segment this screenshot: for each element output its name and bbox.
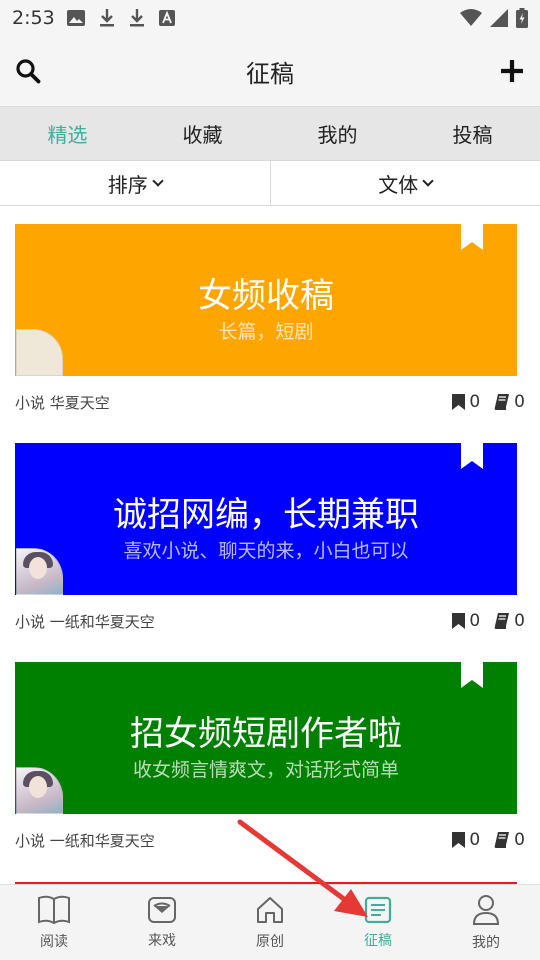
bookmark-ribbon-icon [461, 662, 483, 688]
submission-card[interactable]: 诚招网编，长期兼职 喜欢小说、聊天的来，小白也可以 [15, 443, 517, 595]
submission-card[interactable]: 招女频短剧作者啦 收女频言情爽文，对话形式简单 [15, 662, 517, 814]
nav-original[interactable]: 原创 [216, 885, 324, 960]
card-stats: 0 0 [452, 392, 525, 412]
nav-me-label: 我的 [472, 934, 500, 951]
bookmark-count[interactable]: 0 [452, 392, 480, 412]
system-icons [460, 8, 528, 28]
plus-icon [501, 60, 523, 82]
chevron-down-icon [152, 175, 164, 187]
inbox-icon [148, 896, 176, 923]
sort-label: 排序 [107, 172, 148, 197]
download-icon [99, 9, 114, 27]
card-tags: 小说 华夏天空 [15, 393, 110, 412]
home-icon [257, 896, 283, 923]
bookmark-count-value: 0 [469, 830, 481, 850]
book-count-value: 0 [514, 611, 525, 631]
chevron-down-icon [422, 175, 434, 187]
card-subtitle: 收女频言情爽文，对话形式简单 [132, 759, 399, 781]
book-count-value: 0 [514, 830, 525, 850]
status-time: 2:53 [12, 7, 55, 29]
book-icon [494, 832, 510, 848]
card-title: 女频收稿 [198, 276, 334, 316]
bookmark-ribbon-icon [461, 224, 483, 250]
sort-dropdown[interactable]: 排序 [0, 161, 270, 205]
nav-original-label: 原创 [256, 933, 284, 950]
card-tags: 小说 一纸和华夏天空 [15, 612, 155, 631]
screen: 2:53 征稿 精选 收藏 我的 投稿 排序 文体 女频收稿 长篇，短剧 小说 … [0, 0, 540, 960]
card-subtitle: 喜欢小说、聊天的来，小白也可以 [123, 540, 409, 562]
book-icon [494, 613, 510, 629]
image-icon [66, 10, 85, 26]
tab-featured[interactable]: 精选 [0, 107, 135, 160]
nav-call-for-papers[interactable]: 征稿 [324, 885, 432, 960]
bookmark-count[interactable]: 0 [452, 830, 480, 850]
nav-read[interactable]: 阅读 [0, 885, 108, 960]
download-icon [129, 9, 144, 27]
nav-drama[interactable]: 来戏 [108, 885, 216, 960]
wifi-icon [460, 9, 482, 26]
card-tags: 小说 一纸和华夏天空 [15, 831, 155, 850]
card-stats: 0 0 [452, 611, 525, 631]
search-icon [16, 59, 41, 84]
tab-bar: 精选 收藏 我的 投稿 [0, 106, 540, 160]
card-subtitle: 长篇，短剧 [218, 321, 314, 343]
submission-card[interactable]: 女频收稿 长篇，短剧 [15, 224, 517, 376]
notification-icons [66, 8, 175, 28]
bookmark-count-value: 0 [469, 611, 481, 631]
nav-call-for-papers-label: 征稿 [364, 932, 392, 949]
card-meta: 小说 华夏天空 0 0 [15, 390, 525, 414]
user-icon [472, 894, 500, 925]
nav-read-label: 阅读 [40, 933, 68, 950]
book-count-value: 0 [514, 392, 525, 412]
book-icon [38, 895, 70, 924]
search-button[interactable] [14, 57, 42, 85]
filter-bar: 排序 文体 [0, 160, 540, 206]
genre-dropdown[interactable]: 文体 [269, 161, 540, 205]
nav-me[interactable]: 我的 [432, 885, 540, 960]
genre-label: 文体 [378, 172, 419, 197]
bookmark-count[interactable]: 0 [452, 611, 480, 631]
add-button[interactable] [498, 57, 526, 85]
bookmark-icon [452, 613, 466, 629]
tab-submit[interactable]: 投稿 [405, 107, 540, 160]
card-title: 招女频短剧作者啦 [130, 714, 402, 754]
signal-icon [490, 9, 508, 27]
status-bar: 2:53 [0, 0, 540, 36]
book-icon [494, 394, 510, 410]
card-meta: 小说 一纸和华夏天空 0 0 [15, 828, 525, 852]
bookmark-count-value: 0 [469, 392, 481, 412]
card-title: 诚招网编，长期兼职 [113, 495, 419, 535]
bookmark-icon [452, 394, 466, 410]
book-count[interactable]: 0 [494, 611, 525, 631]
app-header: 征稿 [0, 36, 540, 106]
book-count[interactable]: 0 [494, 392, 525, 412]
book-count[interactable]: 0 [494, 830, 525, 850]
card-stats: 0 0 [452, 830, 525, 850]
font-icon [158, 10, 175, 26]
bookmark-icon [452, 832, 466, 848]
nav-drama-label: 来戏 [148, 932, 176, 949]
bottom-nav: 阅读 来戏 原创 征稿 我的 [0, 884, 540, 960]
battery-icon [516, 8, 528, 28]
document-icon [364, 896, 392, 923]
card-meta: 小说 一纸和华夏天空 0 0 [15, 609, 525, 633]
tab-favorites[interactable]: 收藏 [135, 107, 270, 160]
tab-mine[interactable]: 我的 [270, 107, 405, 160]
bookmark-ribbon-icon [461, 443, 483, 469]
page-title: 征稿 [246, 59, 294, 88]
